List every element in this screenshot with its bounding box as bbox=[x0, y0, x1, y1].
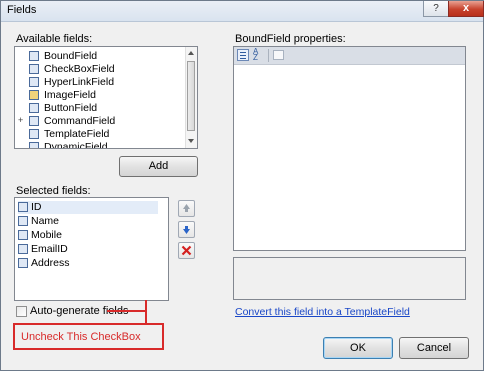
selected-field-item[interactable]: Address bbox=[18, 257, 158, 270]
available-field-label: TemplateField bbox=[44, 128, 110, 140]
available-field-label: CheckBoxField bbox=[44, 63, 115, 75]
convert-to-templatefield-link[interactable]: Convert this field into a TemplateField bbox=[235, 306, 410, 318]
selected-field-item[interactable]: Name bbox=[18, 215, 158, 228]
boundfield-icon bbox=[18, 244, 28, 254]
selected-field-label: ID bbox=[31, 201, 42, 213]
property-description-pane bbox=[233, 257, 466, 300]
expand-icon[interactable]: + bbox=[18, 115, 23, 125]
selected-field-item[interactable]: ID bbox=[18, 201, 158, 214]
add-button[interactable]: Add bbox=[119, 156, 198, 177]
property-pages-icon[interactable] bbox=[273, 50, 284, 60]
boundfield-icon bbox=[18, 230, 28, 240]
hyperlinkfield-icon bbox=[29, 77, 39, 87]
scroll-up-icon[interactable] bbox=[188, 51, 194, 55]
scroll-down-icon[interactable] bbox=[188, 139, 194, 143]
move-down-button[interactable] bbox=[178, 221, 195, 238]
buttonfield-icon bbox=[29, 103, 39, 113]
commandfield-icon bbox=[29, 116, 39, 126]
property-grid[interactable]: AZ bbox=[233, 46, 466, 251]
delete-x-icon bbox=[181, 245, 192, 256]
boundfield-icon bbox=[29, 51, 39, 61]
selected-field-label: Mobile bbox=[31, 229, 62, 241]
templatefield-icon bbox=[29, 129, 39, 139]
close-icon: x bbox=[462, 2, 470, 14]
window-title: Fields bbox=[7, 4, 37, 16]
available-field-label: DynamicField bbox=[44, 141, 108, 149]
selected-field-item[interactable]: Mobile bbox=[18, 229, 158, 242]
imagefield-icon bbox=[29, 90, 39, 100]
boundfield-icon bbox=[18, 216, 28, 226]
cancel-button[interactable]: Cancel bbox=[399, 337, 469, 359]
title-bar: Fields bbox=[1, 1, 483, 22]
selected-field-label: Name bbox=[31, 215, 60, 227]
alphabetical-icon[interactable]: AZ bbox=[253, 48, 265, 62]
fields-dialog: Fields ? x Available fields: BoundField C… bbox=[0, 0, 484, 371]
help-button[interactable]: ? bbox=[423, 1, 449, 17]
available-field-label: HyperLinkField bbox=[44, 76, 115, 88]
categorized-icon[interactable] bbox=[237, 49, 249, 61]
selected-field-item[interactable]: EmailID bbox=[18, 243, 158, 256]
selected-field-label: EmailID bbox=[31, 243, 68, 255]
available-field-label: CommandField bbox=[44, 115, 116, 127]
selected-field-label: Address bbox=[31, 257, 70, 269]
dynamicfield-icon bbox=[29, 142, 39, 148]
available-field-label: ImageField bbox=[44, 89, 96, 101]
help-icon: ? bbox=[433, 3, 439, 14]
available-field-label: ButtonField bbox=[44, 102, 98, 114]
selected-fields-list[interactable]: ID Name Mobile EmailID Address bbox=[14, 197, 169, 301]
boundfield-icon bbox=[18, 258, 28, 268]
selected-fields-label: Selected fields: bbox=[16, 185, 91, 197]
boundfield-icon bbox=[18, 202, 28, 212]
close-button[interactable]: x bbox=[448, 1, 484, 17]
annotation-connector bbox=[145, 300, 147, 324]
scroll-thumb[interactable] bbox=[187, 61, 195, 131]
arrow-up-icon bbox=[183, 204, 190, 212]
annotation-text: Uncheck This CheckBox bbox=[21, 331, 141, 343]
checkboxfield-icon bbox=[29, 64, 39, 74]
auto-generate-checkbox[interactable] bbox=[16, 306, 27, 317]
property-grid-toolbar: AZ bbox=[234, 47, 465, 65]
available-fields-label: Available fields: bbox=[16, 33, 93, 45]
available-fields-list[interactable]: BoundField CheckBoxField HyperLinkField Ima… bbox=[14, 46, 198, 149]
move-up-button[interactable] bbox=[178, 200, 195, 217]
annotation-box: Uncheck This CheckBox bbox=[13, 323, 164, 350]
available-scrollbar[interactable] bbox=[185, 47, 197, 148]
available-field-label: BoundField bbox=[44, 50, 98, 62]
arrow-down-icon bbox=[183, 226, 190, 234]
annotation-line bbox=[107, 310, 147, 312]
ok-button[interactable]: OK bbox=[323, 337, 393, 359]
properties-label: BoundField properties: bbox=[235, 33, 346, 45]
delete-field-button[interactable] bbox=[178, 242, 195, 259]
